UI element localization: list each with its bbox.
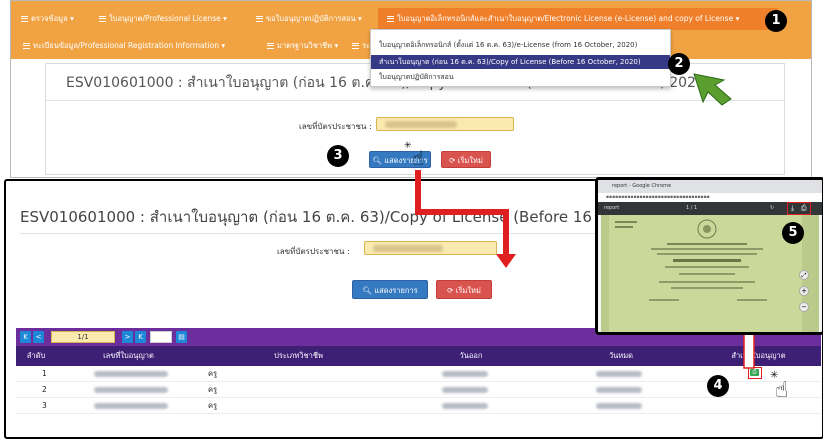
emblem-center bbox=[703, 225, 711, 233]
zoom-out-icon[interactable]: − bbox=[799, 302, 809, 312]
download-print-highlight: ⤓ ⎙ bbox=[787, 202, 811, 215]
pdf-title: report bbox=[604, 205, 620, 211]
license-certificate bbox=[609, 215, 802, 332]
print-icon[interactable]: ⎙ bbox=[801, 204, 807, 213]
flow-arrow bbox=[415, 170, 509, 257]
callout-step-3: 3 bbox=[327, 145, 349, 167]
rotate-icon[interactable]: ↻ bbox=[770, 202, 774, 215]
pdf-page-count: 1 / 1 bbox=[686, 205, 698, 211]
certificate-content bbox=[615, 219, 767, 301]
pdf-viewer-popup: report - Google Chrome ▪▪▪▪▪▪▪▪▪▪▪▪▪▪▪▪▪… bbox=[595, 177, 823, 335]
hand-cursor-icon: ☝ bbox=[412, 146, 425, 170]
download-icon[interactable]: ⤓ bbox=[791, 204, 794, 213]
popup-url-bar: ▪▪▪▪▪▪▪▪▪▪▪▪▪▪▪▪▪▪▪▪▪▪▪▪▪▪▪▪▪▪▪▪▪▪ bbox=[598, 193, 822, 202]
click-burst-icon: ✳ bbox=[770, 370, 779, 381]
callout-step-5: 5 bbox=[782, 222, 804, 244]
callout-step-2: 2 bbox=[668, 53, 690, 75]
zoom-fit-icon[interactable]: ⤢ bbox=[799, 270, 809, 280]
green-pointer-icon bbox=[693, 73, 732, 106]
callout-step-4: 4 bbox=[707, 375, 729, 397]
popup-title-bar: report - Google Chrome bbox=[598, 180, 822, 193]
callout-step-1: 1 bbox=[765, 10, 787, 32]
zoom-in-icon[interactable]: + bbox=[799, 286, 809, 296]
click-burst-icon: ✳ bbox=[404, 141, 412, 151]
flow-arrow-head bbox=[496, 254, 516, 268]
hand-cursor-icon: ☝ bbox=[775, 378, 789, 403]
